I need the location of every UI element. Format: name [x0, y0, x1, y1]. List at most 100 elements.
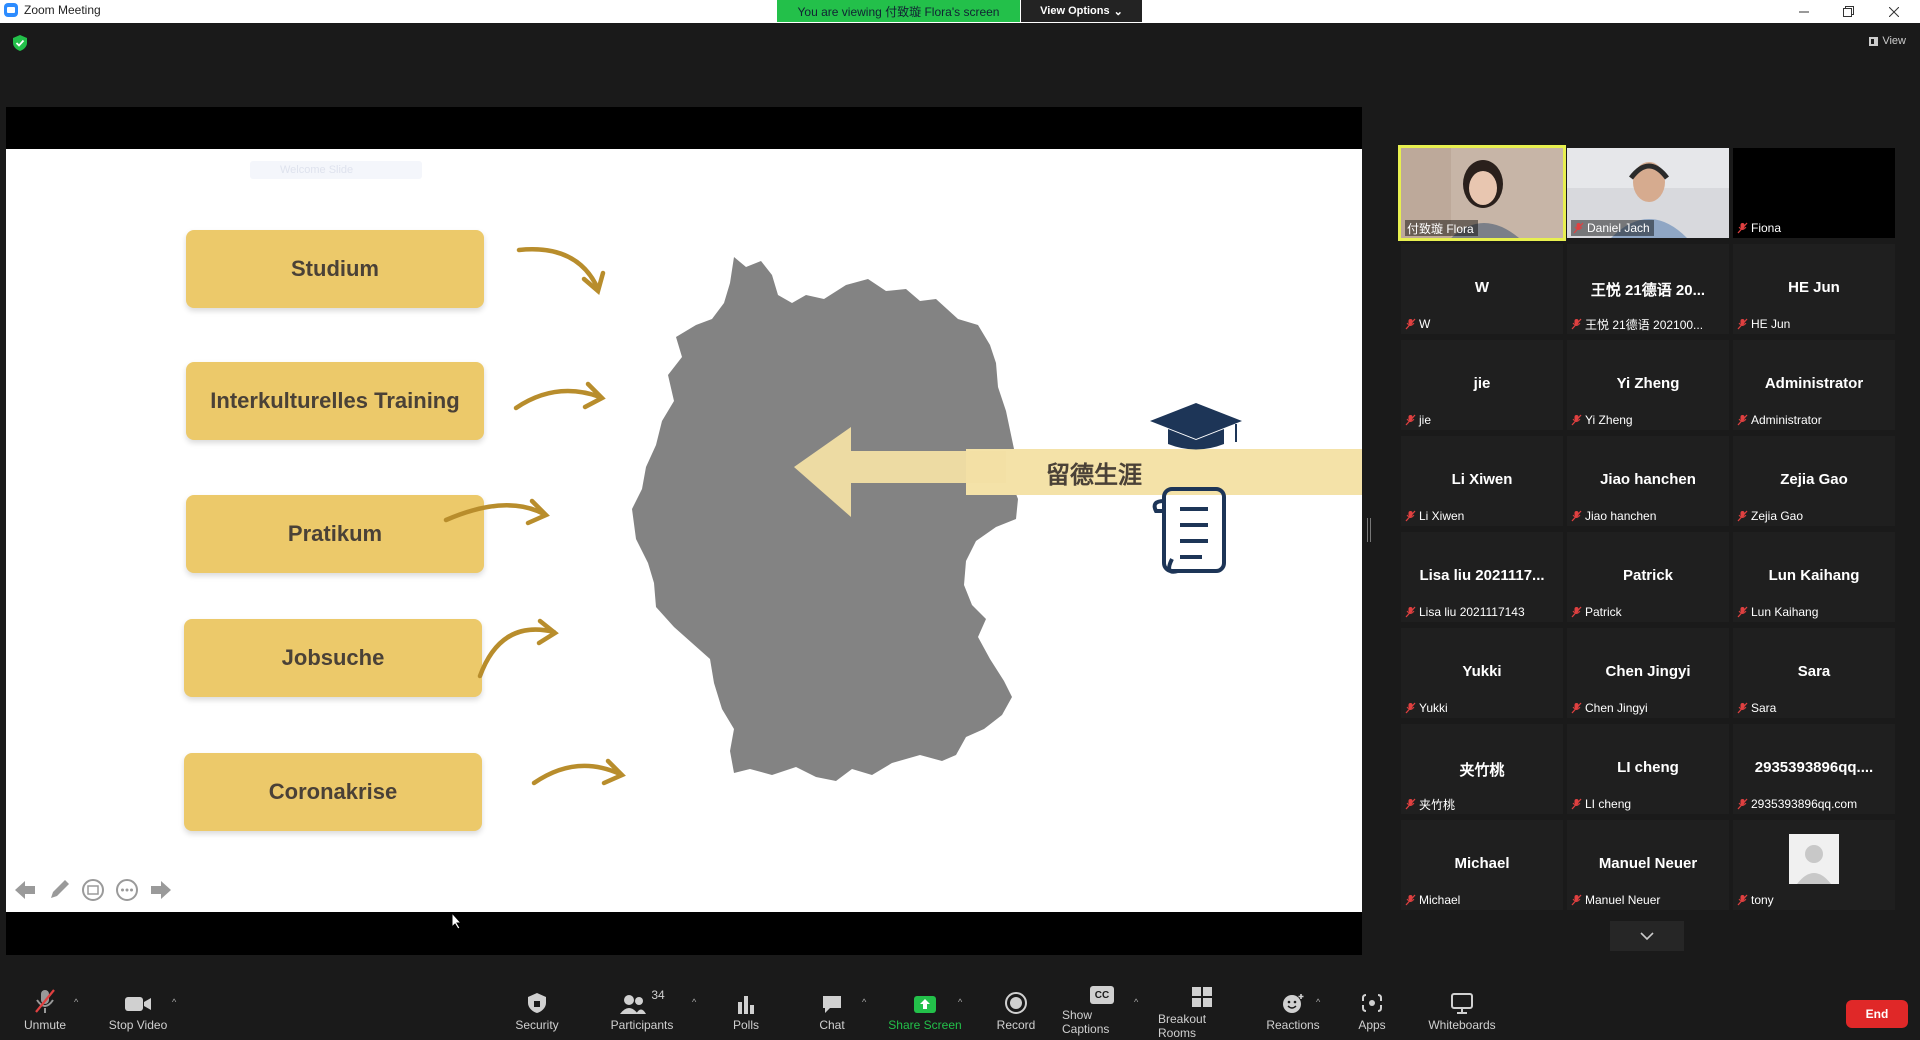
participant-tile[interactable]: Zejia Gao Zejia Gao [1733, 436, 1895, 526]
video-options-caret-icon[interactable]: ^ [172, 997, 176, 1007]
participant-tile[interactable]: Sara Sara [1733, 628, 1895, 718]
share-screen-button[interactable]: Share Screen [888, 986, 962, 1036]
panel-splitter-handle[interactable] [1367, 518, 1371, 542]
subtitles-icon[interactable] [80, 877, 106, 903]
breakout-rooms-button[interactable]: Breakout Rooms [1158, 986, 1246, 1040]
share-screen-icon [914, 996, 936, 1013]
video-tile-flora[interactable]: 付致璇 Flora [1398, 145, 1566, 241]
participant-tile[interactable]: 2935393896qq.... 2935393896qq.com [1733, 724, 1895, 814]
reactions-button[interactable]: Reactions [1264, 986, 1322, 1036]
show-captions-button[interactable]: CC Show Captions [1062, 986, 1142, 1036]
participant-tile[interactable]: 夹竹桃 夹竹桃 [1401, 724, 1563, 814]
record-button[interactable]: Record [994, 986, 1038, 1036]
record-label: Record [996, 1018, 1036, 1032]
minimize-icon [1799, 11, 1809, 12]
muted-mic-icon [1737, 318, 1748, 330]
participant-name: Yukki [1419, 701, 1448, 715]
muted-mic-icon [35, 989, 55, 1013]
participant-name: Zejia Gao [1751, 509, 1804, 523]
participant-display-name: Lisa liu 2021117... [1419, 567, 1545, 584]
participant-display-name: Patrick [1622, 567, 1674, 584]
more-options-icon[interactable] [114, 877, 140, 903]
muted-mic-icon [1571, 414, 1582, 426]
participants-button[interactable]: 34 Participants [608, 986, 676, 1036]
muted-mic-icon [1737, 414, 1748, 426]
apps-label: Apps [1358, 1018, 1386, 1032]
chat-bubble-icon [823, 996, 841, 1013]
participant-name-tag: jie [1405, 412, 1435, 428]
participant-name: Administrator [1751, 413, 1822, 427]
participant-name-tag: Michael [1405, 892, 1464, 908]
restore-button[interactable] [1828, 0, 1868, 23]
viewing-screen-banner: You are viewing 付致璇 Flora's screen [777, 0, 1020, 22]
next-slide-icon[interactable] [148, 877, 174, 903]
minimize-button[interactable] [1784, 0, 1824, 23]
participant-display-name: Yukki [1462, 663, 1502, 680]
participant-name-tag: Patrick [1571, 604, 1626, 620]
participant-tile[interactable]: Yi Zheng Yi Zheng [1567, 340, 1729, 430]
participant-tile[interactable]: Patrick Patrick [1567, 532, 1729, 622]
previous-slide-icon[interactable] [12, 877, 38, 903]
whiteboards-button[interactable]: Whiteboards [1426, 986, 1498, 1036]
apps-button[interactable]: Apps [1356, 986, 1388, 1036]
participant-name-tag: Daniel Jach [1571, 220, 1654, 236]
participant-display-name: LI cheng [1617, 759, 1679, 776]
chat-button[interactable]: Chat [812, 986, 852, 1036]
layout-grid-icon [1869, 36, 1879, 46]
show-captions-label: Show Captions [1062, 1008, 1110, 1036]
participant-name-tag: HE Jun [1737, 316, 1794, 332]
participant-name: HE Jun [1751, 317, 1791, 331]
close-button[interactable] [1874, 0, 1914, 23]
participant-tile[interactable]: Jiao hanchen Jiao hanchen [1567, 436, 1729, 526]
participant-tile[interactable]: LI cheng LI cheng [1567, 724, 1729, 814]
participant-name-tag: Sara [1737, 700, 1780, 716]
participant-tile[interactable]: HE Jun HE Jun [1733, 244, 1895, 334]
participant-tile[interactable]: Lisa liu 2021117... Lisa liu 2021117143 [1401, 532, 1563, 622]
participant-tile[interactable]: 王悦 21德语 20... 王悦 21德语 202100... [1567, 244, 1729, 334]
participant-display-name: 王悦 21德语 20... [1590, 282, 1706, 299]
participants-label: Participants [610, 1018, 674, 1032]
video-tile-daniel[interactable]: Daniel Jach [1567, 148, 1729, 238]
reactions-caret-icon[interactable]: ^ [1316, 997, 1320, 1007]
title-bar: Zoom Meeting You are viewing 付致璇 Flora's… [0, 0, 1920, 23]
gallery-next-page-button[interactable] [1610, 921, 1684, 951]
stop-video-button[interactable]: Stop Video [106, 986, 170, 1036]
chevron-down-icon [1640, 931, 1654, 940]
participant-tile[interactable]: Li Xiwen Li Xiwen [1401, 436, 1563, 526]
end-meeting-button[interactable]: End [1846, 1000, 1908, 1028]
pen-icon[interactable] [46, 877, 72, 903]
captions-caret-icon[interactable]: ^ [1134, 997, 1138, 1007]
view-options-button[interactable]: View Options ⌄ [1021, 0, 1142, 22]
participant-tile[interactable]: jie jie [1401, 340, 1563, 430]
encryption-shield-icon[interactable] [13, 35, 27, 51]
participant-tile[interactable]: Administrator Administrator [1733, 340, 1895, 430]
participant-display-name: Chen Jingyi [1605, 663, 1691, 680]
share-options-caret-icon[interactable]: ^ [958, 997, 962, 1007]
video-tile-fiona[interactable]: Fiona [1733, 148, 1895, 238]
participant-tile[interactable]: Lun Kaihang Lun Kaihang [1733, 532, 1895, 622]
participant-tile[interactable]: WW [1401, 244, 1563, 334]
window-title: Zoom Meeting [24, 3, 101, 17]
muted-mic-icon [1737, 894, 1748, 906]
participant-tile[interactable]: tony [1733, 820, 1895, 910]
graduation-cap-icon [1150, 403, 1242, 450]
security-button[interactable]: Security [512, 986, 562, 1036]
annotation-toolbar [12, 877, 174, 903]
polls-button[interactable]: Polls [726, 986, 766, 1036]
participant-tile[interactable]: Chen Jingyi Chen Jingyi [1567, 628, 1729, 718]
audio-options-caret-icon[interactable]: ^ [74, 997, 78, 1007]
zoom-meeting-window: Zoom Meeting You are viewing 付致璇 Flora's… [0, 0, 1920, 1040]
participant-tile[interactable]: Michael Michael [1401, 820, 1563, 910]
participant-tile[interactable]: Manuel Neuer Manuel Neuer [1567, 820, 1729, 910]
participant-name: 王悦 21德语 202100... [1585, 317, 1704, 332]
muted-mic-icon [1405, 702, 1416, 714]
muted-mic-icon [1405, 798, 1416, 810]
unmute-button[interactable]: Unmute [20, 986, 70, 1036]
participant-tile[interactable]: Yukki Yukki [1401, 628, 1563, 718]
participant-name-tag: 夹竹桃 [1405, 796, 1459, 812]
participant-name: Yi Zheng [1585, 413, 1633, 427]
chat-caret-icon[interactable]: ^ [862, 997, 866, 1007]
view-layout-button[interactable]: View [1869, 35, 1906, 47]
participants-caret-icon[interactable]: ^ [692, 997, 696, 1007]
muted-mic-icon [1571, 510, 1582, 522]
